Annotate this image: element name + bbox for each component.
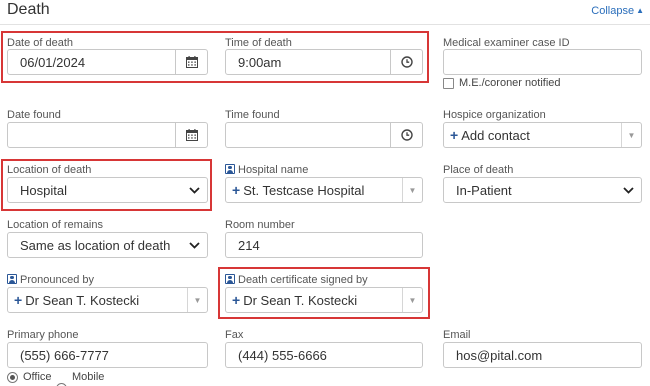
- room-number-value[interactable]: 214: [226, 233, 422, 257]
- room-number-label: Room number: [225, 219, 295, 231]
- date-found-value[interactable]: [8, 123, 175, 147]
- hospital-name-label: Hospital name: [225, 164, 308, 176]
- location-of-death-label: Location of death: [7, 164, 92, 176]
- contact-card-icon: [225, 164, 235, 174]
- certificate-signed-by-label: Death certificate signed by: [225, 274, 368, 286]
- place-of-death-value: In-Patient: [456, 182, 512, 198]
- time-found-label: Time found: [225, 109, 280, 121]
- location-of-remains-select[interactable]: Same as location of death: [7, 232, 208, 258]
- office-radio-label: Office: [23, 371, 52, 383]
- medical-examiner-label: Medical examiner case ID: [443, 37, 570, 49]
- email-value[interactable]: hos@pital.com: [444, 343, 641, 367]
- chevron-down-icon[interactable]: ▼: [402, 288, 422, 312]
- collapse-link[interactable]: Collapse ▲: [591, 5, 644, 17]
- hospice-label: Hospice organization: [443, 109, 546, 121]
- certificate-signed-by-combobox[interactable]: + Dr Sean T. Kostecki ▼: [225, 287, 423, 313]
- room-number-input[interactable]: 214: [225, 232, 423, 258]
- certificate-signed-by-value[interactable]: Dr Sean T. Kostecki: [243, 293, 357, 308]
- contact-card-icon: [7, 274, 17, 284]
- primary-phone-value[interactable]: (555) 666-7777: [8, 343, 207, 367]
- chevron-down-icon: [181, 178, 207, 202]
- email-input[interactable]: hos@pital.com: [443, 342, 642, 368]
- mobile-radio-label: Mobile: [72, 371, 105, 383]
- pronounced-by-value[interactable]: Dr Sean T. Kostecki: [25, 293, 139, 308]
- email-label: Email: [443, 329, 471, 341]
- fax-label: Fax: [225, 329, 244, 341]
- certificate-signed-by-label-text: Death certificate signed by: [238, 274, 368, 286]
- hospital-name-value[interactable]: St. Testcase Hospital: [243, 183, 364, 198]
- medical-examiner-input[interactable]: [443, 49, 642, 75]
- place-of-death-select[interactable]: In-Patient: [443, 177, 642, 203]
- calendar-icon[interactable]: [175, 123, 207, 147]
- highlight-date-time-of-death: [1, 31, 429, 83]
- plus-icon: +: [232, 182, 241, 198]
- contact-card-icon: [225, 274, 235, 284]
- caret-up-icon: ▲: [636, 6, 644, 15]
- time-found-value[interactable]: [226, 123, 390, 147]
- date-found-label: Date found: [7, 109, 61, 121]
- plus-icon: +: [14, 292, 23, 308]
- plus-icon: +: [450, 127, 459, 143]
- chevron-down-icon[interactable]: ▼: [187, 288, 207, 312]
- location-of-remains-value: Same as location of death: [20, 237, 171, 253]
- hospice-combobox[interactable]: + Add contact ▼: [443, 122, 642, 148]
- hospital-name-combobox[interactable]: + St. Testcase Hospital ▼: [225, 177, 423, 203]
- location-of-death-value: Hospital: [20, 182, 67, 198]
- location-of-remains-label: Location of remains: [7, 219, 103, 231]
- hospice-value[interactable]: Add contact: [461, 128, 530, 143]
- medical-examiner-value[interactable]: [444, 50, 641, 74]
- chevron-down-icon[interactable]: ▼: [621, 123, 641, 147]
- coroner-notified-label: M.E./coroner notified: [459, 77, 561, 89]
- pronounced-by-label-text: Pronounced by: [20, 274, 94, 286]
- pronounced-by-combobox[interactable]: + Dr Sean T. Kostecki ▼: [7, 287, 208, 313]
- office-radio[interactable]: [7, 372, 18, 383]
- chevron-down-icon[interactable]: ▼: [402, 178, 422, 202]
- plus-icon: +: [232, 292, 241, 308]
- section-title: Death: [7, 1, 50, 18]
- time-found-field[interactable]: [225, 122, 423, 148]
- chevron-down-icon: [615, 178, 641, 202]
- date-found-field[interactable]: [7, 122, 208, 148]
- place-of-death-label: Place of death: [443, 164, 514, 176]
- collapse-label: Collapse: [591, 5, 635, 17]
- pronounced-by-label: Pronounced by: [7, 274, 94, 286]
- primary-phone-label: Primary phone: [7, 329, 79, 341]
- fax-value[interactable]: (444) 555-6666: [226, 343, 422, 367]
- chevron-down-icon: [181, 233, 207, 257]
- section-divider: [0, 24, 650, 25]
- location-of-death-select[interactable]: Hospital: [7, 177, 208, 203]
- hospital-name-label-text: Hospital name: [238, 164, 309, 176]
- fax-input[interactable]: (444) 555-6666: [225, 342, 423, 368]
- primary-phone-input[interactable]: (555) 666-7777: [7, 342, 208, 368]
- coroner-notified-checkbox[interactable]: [443, 78, 454, 89]
- clock-icon[interactable]: [390, 123, 422, 147]
